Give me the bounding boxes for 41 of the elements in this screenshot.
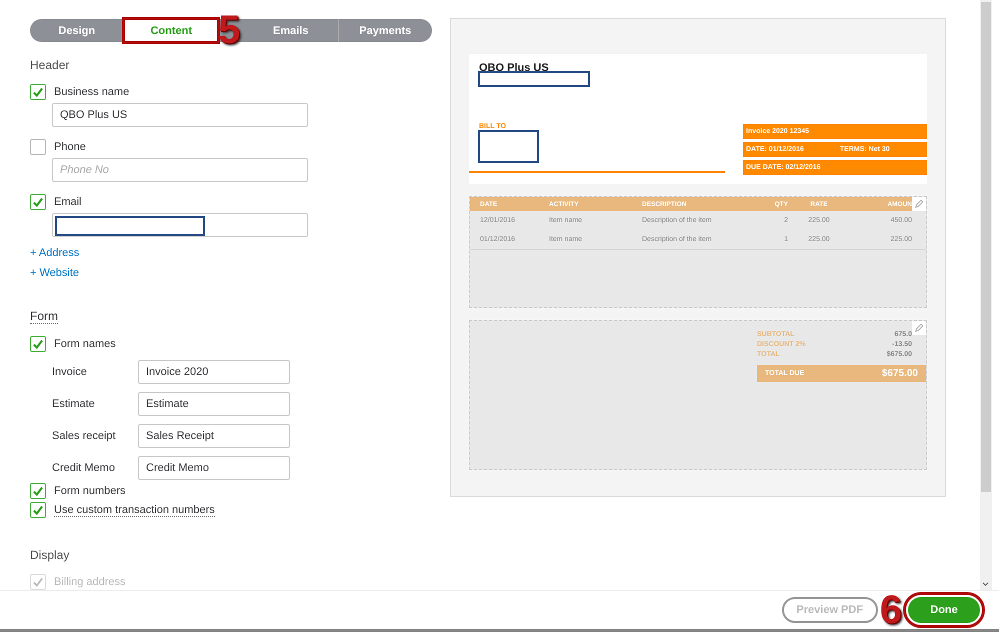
checkbox[interactable]: [30, 502, 46, 518]
field-label: Estimate: [52, 398, 96, 410]
add-link[interactable]: + Address: [30, 247, 80, 259]
redaction-box: [478, 130, 539, 163]
input-field[interactable]: Invoice 2020: [138, 360, 290, 384]
step-number: 6: [880, 590, 902, 630]
tab[interactable]: Payments: [338, 19, 432, 42]
checkbox-label: Form names: [54, 338, 116, 350]
tab[interactable]: Design: [30, 19, 124, 42]
field-label: Sales receipt: [52, 430, 117, 442]
pencil-icon[interactable]: [912, 321, 926, 335]
tab[interactable]: Emails: [244, 19, 338, 42]
input-field[interactable]: Estimate: [138, 392, 290, 416]
section-title: Form: [30, 309, 58, 324]
field-label: Credit Memo: [52, 462, 116, 474]
input-field[interactable]: Credit Memo: [138, 456, 290, 480]
scroll-down-icon[interactable]: [982, 582, 989, 587]
checkbox[interactable]: [30, 336, 46, 352]
company-name: QBO Plus US: [479, 62, 550, 74]
checkbox-label: Billing address: [54, 576, 126, 588]
checkbox[interactable]: [30, 194, 46, 210]
section-title: Display: [30, 548, 70, 562]
checkbox-label: Form numbers: [54, 485, 126, 497]
scrollbar[interactable]: [980, 0, 992, 590]
checkbox-label: Business name: [54, 86, 130, 98]
checkbox[interactable]: [30, 139, 46, 155]
checkbox-label: Phone: [54, 141, 86, 153]
checkbox-label: Email: [54, 196, 82, 208]
input-field[interactable]: Sales Receipt: [138, 424, 290, 448]
section-title: Header: [30, 58, 70, 72]
total-due-value: $675.00: [882, 368, 918, 379]
checkbox-label: Use custom transaction numbers: [54, 504, 215, 516]
input-field[interactable]: QBO Plus US: [52, 103, 308, 127]
checkbox[interactable]: [30, 483, 46, 499]
input-field[interactable]: [52, 213, 308, 237]
done-button[interactable]: Done: [908, 597, 980, 623]
pencil-icon[interactable]: [912, 197, 926, 211]
checkbox[interactable]: [30, 84, 46, 100]
tab[interactable]: Content: [124, 19, 218, 42]
add-link[interactable]: + Website: [30, 267, 80, 279]
field-label: Invoice: [52, 366, 88, 378]
